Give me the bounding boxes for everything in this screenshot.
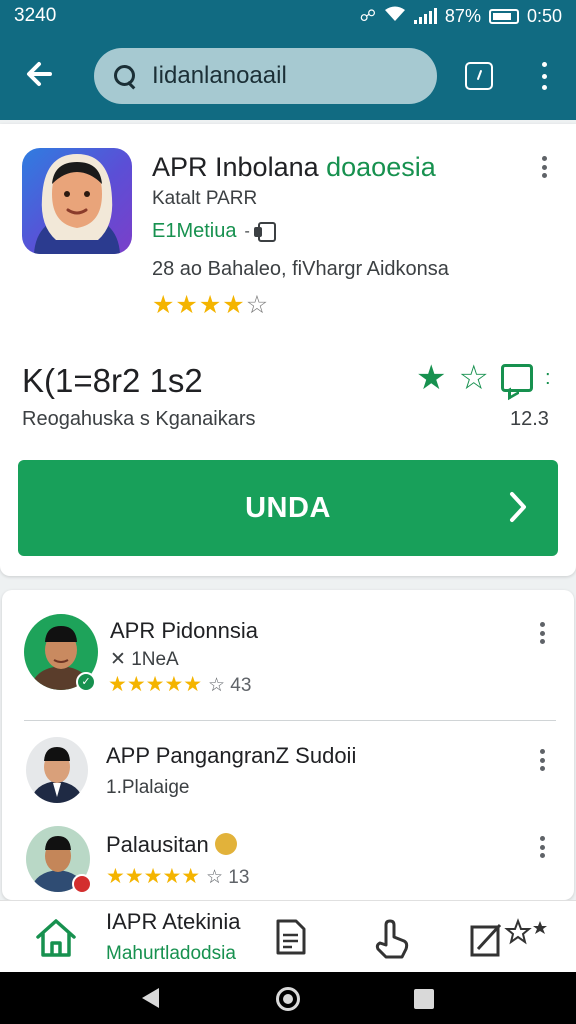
app-title: APR Inbolana doaoesia: [152, 152, 436, 183]
install-button-label: UNDA: [245, 491, 331, 524]
list-item-title: APR Pidonnsia: [110, 618, 258, 643]
system-navigation-bar: [0, 972, 576, 1024]
battery-percent: 87%: [444, 5, 481, 26]
review-more-icon: :: [544, 366, 551, 389]
chevron-right-icon: [510, 492, 526, 522]
vibrate-icon: ☍: [359, 8, 376, 25]
star-icon: ★: [175, 291, 199, 319]
install-button[interactable]: UNDA: [18, 460, 558, 556]
category-chevron: -: [244, 222, 250, 240]
developer-name[interactable]: Katalt PARR: [152, 188, 257, 210]
app-title-accent: doaoesia: [326, 152, 436, 182]
list-item-rating-text: ☆ 43: [207, 675, 252, 696]
star-icon: ★: [222, 291, 246, 319]
wifi-icon: [384, 6, 406, 27]
system-back-icon[interactable]: [142, 988, 159, 1008]
status-icons: ☍ 87% 0:50: [360, 6, 562, 27]
tablet-icon[interactable]: [465, 62, 493, 90]
list-item-rating: ★★★★★ ☆ 13: [106, 865, 250, 888]
search-input[interactable]: [152, 62, 422, 90]
signal-icon: [413, 8, 437, 24]
app-meta-line: 28 ao Bahaleo, fiVhargr Aidkonsa: [152, 258, 449, 280]
stats-value: K(1=8r2 1s2: [22, 362, 203, 399]
list-item[interactable]: ✓ APR Pidonnsia ✕ 1NeA ★★★★★ ☆ 43: [2, 590, 574, 721]
system-recents-icon[interactable]: [414, 989, 434, 1009]
verified-icon: ✓: [76, 672, 96, 692]
list-item-subtitle: 1.Plalaige: [106, 777, 190, 798]
star-outline-icon: ☆: [245, 291, 270, 319]
category-row[interactable]: E1Metiua -: [152, 220, 276, 243]
content-rating-icon: [253, 221, 276, 242]
list-item-rating-text: ☆ 13: [205, 867, 250, 888]
nav-subtitle: Mahurtladodsia: [106, 943, 236, 964]
list-item-subtitle: ✕ 1NeA: [110, 649, 179, 670]
home-icon[interactable]: [34, 915, 78, 959]
app-icon[interactable]: [22, 148, 132, 254]
document-icon[interactable]: [272, 917, 308, 957]
stats-count: 12.3: [510, 408, 549, 430]
status-bar: 3240 ☍ 87% 0:50: [0, 0, 576, 32]
bottom-navigation: IAPR Atekinia Mahurtladodsia: [0, 900, 576, 972]
star-icon: ★: [198, 291, 223, 319]
status-dot-icon: [72, 874, 92, 894]
list-item[interactable]: APP PangangranZ Sudoii 1.Plalaige: [2, 721, 574, 811]
more-vert-icon[interactable]: [530, 58, 558, 94]
status-clock: 0:50: [526, 5, 562, 26]
app-options-icon[interactable]: [534, 154, 554, 180]
app-bar: [0, 32, 576, 120]
system-home-icon[interactable]: [276, 987, 300, 1011]
avatar: [26, 737, 88, 803]
edit-icon[interactable]: [468, 915, 552, 959]
tap-icon[interactable]: [370, 915, 412, 959]
list-item-rating: ★★★★★ ☆ 43: [108, 673, 252, 696]
list-item-options-icon[interactable]: [532, 834, 552, 860]
app-title-main: APR Inbolana: [152, 152, 327, 182]
status-time: 3240: [14, 5, 57, 26]
stats-actions: ★ ☆ :: [416, 360, 551, 396]
app-rating-stars: ★★★★☆: [152, 290, 269, 320]
list-item-title: Palausitan: [106, 832, 237, 858]
star-icon: ★: [152, 291, 176, 319]
emoji-icon: [214, 833, 237, 855]
list-item-options-icon[interactable]: [532, 620, 552, 646]
rate-star-icon[interactable]: ★: [416, 360, 446, 396]
list-item-title: APP PangangranZ Sudoii: [106, 743, 357, 768]
search-icon: [112, 63, 138, 89]
list-item[interactable]: Palausitan ★★★★★ ☆ 13: [2, 812, 574, 900]
search-bar[interactable]: [94, 48, 437, 104]
nav-title[interactable]: IAPR Atekinia: [106, 909, 241, 935]
battery-icon: [488, 8, 519, 24]
back-arrow-icon[interactable]: [20, 54, 60, 94]
similar-apps-card: ✓ APR Pidonnsia ✕ 1NeA ★★★★★ ☆ 43 APP Pa…: [2, 590, 574, 900]
stats-subtitle: Reogahuska s Kganaikars: [22, 408, 256, 430]
favorite-star-icon[interactable]: ☆: [458, 360, 488, 396]
app-detail-card: APR Inbolana doaoesia Katalt PARR E1Meti…: [0, 124, 576, 576]
category-label: E1Metiua: [152, 220, 237, 242]
review-icon[interactable]: [500, 364, 533, 392]
list-item-options-icon[interactable]: [532, 747, 552, 773]
list-item-title-text: Palausitan: [106, 832, 209, 857]
